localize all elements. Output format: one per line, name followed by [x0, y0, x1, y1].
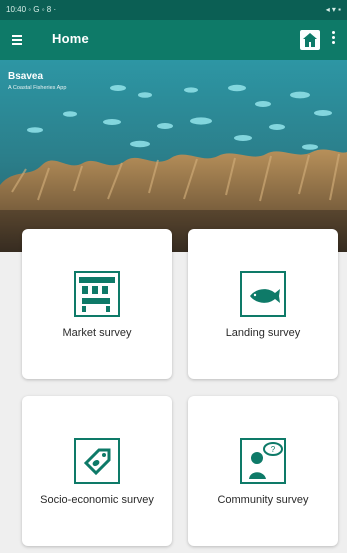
- page-title: Home: [52, 31, 89, 46]
- market-survey-card[interactable]: Market survey: [22, 229, 172, 379]
- landing-survey-card[interactable]: Landing survey: [188, 229, 338, 379]
- person-speech-bubble-icon: ?: [240, 438, 286, 484]
- more-options-icon[interactable]: [330, 31, 336, 49]
- status-right: ◂ ▾ ▪: [325, 5, 341, 14]
- community-survey-label: Community survey: [217, 494, 309, 506]
- landing-survey-label: Landing survey: [225, 327, 301, 339]
- market-survey-label: Market survey: [62, 327, 132, 339]
- menu-icon[interactable]: [10, 32, 28, 48]
- screen: 10:40 ◦ G ◦ 8 · ◂ ▾ ▪ Home Bsavea A Coas…: [0, 0, 347, 553]
- status-left: 10:40 ◦ G ◦ 8 ·: [6, 5, 57, 14]
- socio-economic-survey-card[interactable]: Socio-economic survey: [22, 396, 172, 546]
- svg-text:?: ?: [271, 445, 276, 454]
- app-tagline: A Coastal Fisheries App: [8, 85, 67, 91]
- app-bar: Home: [0, 20, 347, 60]
- community-survey-card[interactable]: ? Community survey: [188, 396, 338, 546]
- home-icon[interactable]: [300, 30, 320, 50]
- hero-banner: Bsavea A Coastal Fisheries App: [0, 60, 347, 252]
- market-stall-icon: [74, 271, 120, 317]
- fish-icon: [240, 271, 286, 317]
- socio-economic-survey-label: Socio-economic survey: [40, 494, 154, 506]
- app-name: Bsavea: [8, 71, 44, 82]
- status-bar: 10:40 ◦ G ◦ 8 · ◂ ▾ ▪: [0, 0, 347, 20]
- price-tag-icon: [74, 438, 120, 484]
